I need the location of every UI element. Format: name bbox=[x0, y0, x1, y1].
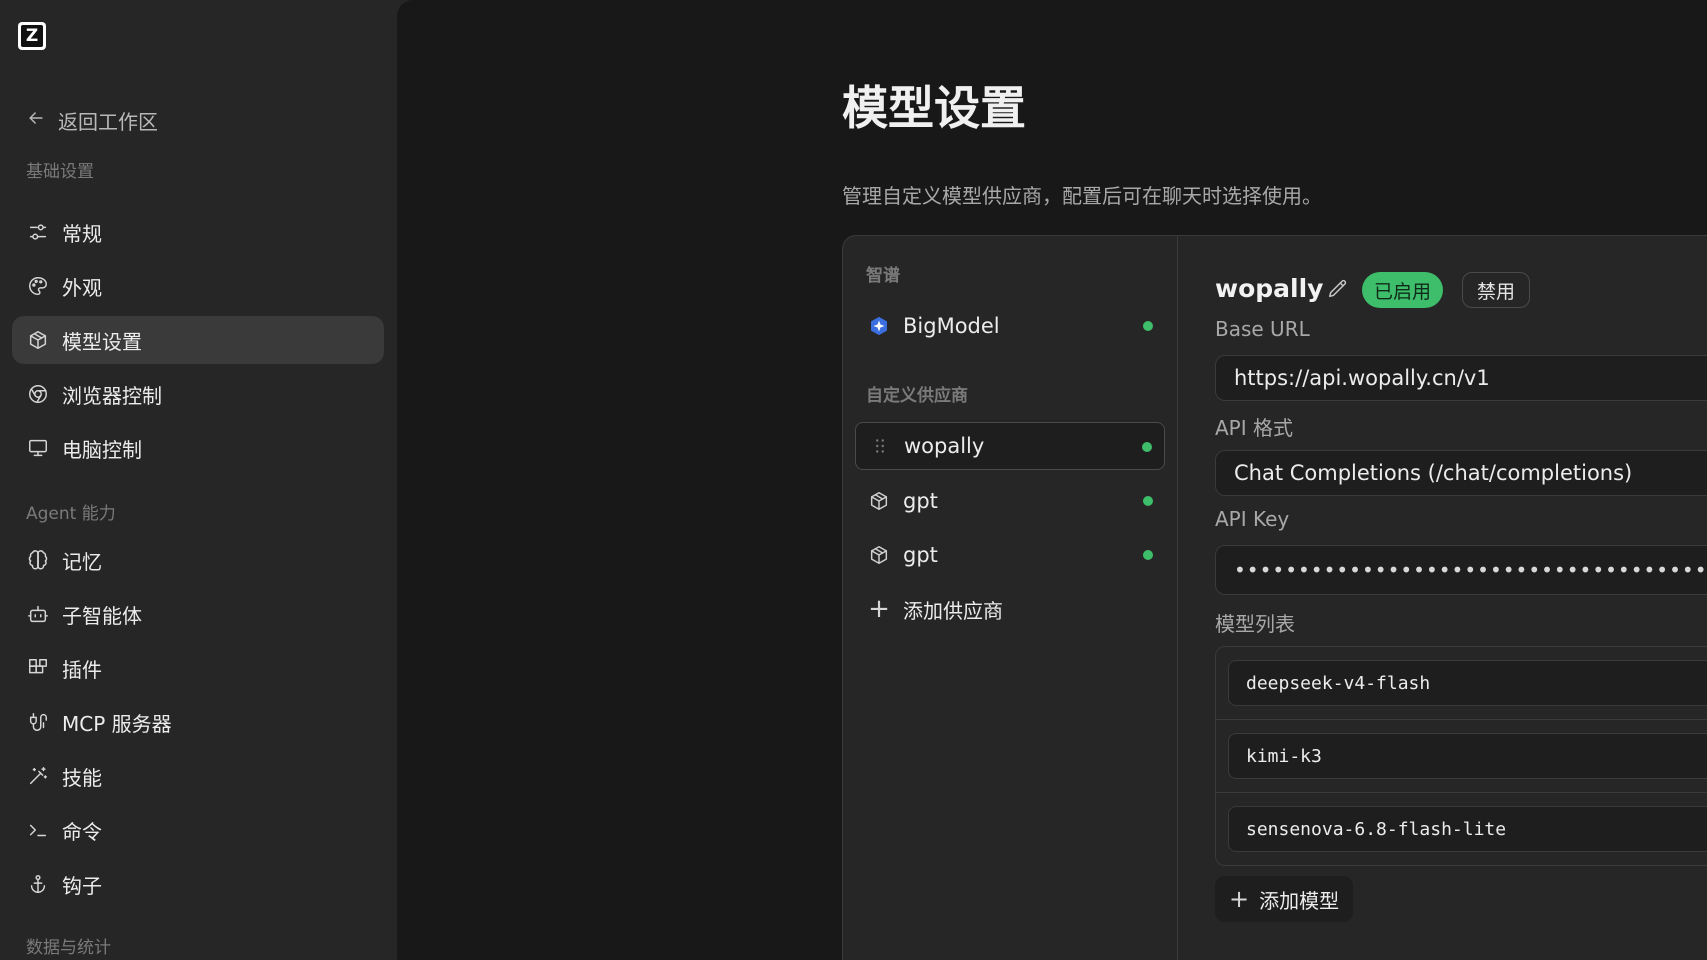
provider-settings-card: 智谱 BigModel 自定义供应商 wopally gpt gpt + 添加供… bbox=[842, 235, 1707, 960]
api-key-input[interactable]: ••••••••••••••••••••••••••••••••••••••••… bbox=[1215, 545, 1707, 595]
sidebar-item-commands[interactable]: 命令 bbox=[12, 806, 384, 854]
provider-name: wopally bbox=[1215, 274, 1324, 303]
sidebar-item-label: 模型设置 bbox=[62, 329, 142, 354]
sidebar-item-browser-control[interactable]: 浏览器控制 bbox=[12, 370, 384, 418]
sidebar-item-label: 钩子 bbox=[62, 873, 102, 898]
add-provider-button[interactable]: + 添加供应商 bbox=[855, 585, 1003, 633]
palette-icon bbox=[26, 274, 50, 298]
provider-list: 智谱 BigModel 自定义供应商 wopally gpt gpt + 添加供… bbox=[843, 236, 1178, 960]
status-dot bbox=[1143, 550, 1153, 560]
model-row: deepseek-v4-flash bbox=[1216, 647, 1707, 720]
provider-section-custom: 自定义供应商 bbox=[866, 386, 968, 406]
sidebar-item-label: 外观 bbox=[62, 275, 102, 300]
brain-icon bbox=[26, 548, 50, 572]
provider-label: gpt bbox=[903, 543, 938, 567]
logo-letter: Z bbox=[21, 25, 43, 47]
magic-wand-icon bbox=[26, 764, 50, 788]
status-dot bbox=[1142, 442, 1152, 452]
sidebar-item-label: 技能 bbox=[62, 765, 102, 790]
api-format-select[interactable]: Chat Completions (/chat/completions) bbox=[1215, 450, 1707, 496]
sidebar: Z 返回工作区 基础设置 常规 外观 模型设置 浏览器控制 电脑控制 Agent… bbox=[0, 0, 397, 960]
provider-item-gpt[interactable]: gpt bbox=[855, 477, 1165, 525]
base-url-input[interactable]: https://api.wopally.cn/v1 bbox=[1215, 355, 1707, 401]
chrome-icon bbox=[26, 382, 50, 406]
sliders-icon bbox=[26, 220, 50, 244]
sidebar-item-memory[interactable]: 记忆 bbox=[12, 536, 384, 584]
provider-label: gpt bbox=[903, 489, 938, 513]
status-dot bbox=[1143, 321, 1153, 331]
model-list-label: 模型列表 bbox=[1215, 612, 1295, 636]
section-agent-capabilities: Agent 能力 bbox=[26, 504, 116, 524]
sidebar-item-computer-control[interactable]: 电脑控制 bbox=[12, 424, 384, 472]
sidebar-item-label: 命令 bbox=[62, 819, 102, 844]
section-basic-settings: 基础设置 bbox=[26, 162, 94, 182]
page-description: 管理自定义模型供应商，配置后可在聊天时选择使用。 bbox=[842, 184, 1322, 208]
provider-label: BigModel bbox=[903, 314, 1000, 338]
sidebar-item-label: 子智能体 bbox=[62, 603, 142, 628]
api-key-label: API Key bbox=[1215, 507, 1290, 531]
plus-icon: + bbox=[1229, 885, 1250, 913]
cable-icon bbox=[26, 710, 50, 734]
sidebar-item-skills[interactable]: 技能 bbox=[12, 752, 384, 800]
provider-item-gpt-2[interactable]: gpt bbox=[855, 531, 1165, 579]
model-name-input[interactable]: deepseek-v4-flash bbox=[1228, 660, 1707, 706]
add-model-button[interactable]: + 添加模型 bbox=[1215, 876, 1354, 922]
monitor-icon bbox=[26, 436, 50, 460]
arrow-left-icon bbox=[26, 108, 46, 133]
terminal-icon bbox=[26, 818, 50, 842]
anchor-icon bbox=[26, 872, 50, 896]
bot-icon bbox=[26, 602, 50, 626]
sidebar-item-label: 插件 bbox=[62, 657, 102, 682]
sidebar-item-model-settings[interactable]: 模型设置 bbox=[12, 316, 384, 364]
package-icon bbox=[867, 543, 891, 567]
model-row: sensenova-6.8-flash-lite bbox=[1216, 793, 1707, 866]
bigmodel-logo-icon bbox=[867, 314, 891, 338]
pencil-icon[interactable] bbox=[1327, 278, 1349, 300]
sidebar-item-mcp-servers[interactable]: MCP 服务器 bbox=[12, 698, 384, 746]
api-format-label: API 格式 bbox=[1215, 416, 1293, 440]
base-url-label: Base URL bbox=[1215, 317, 1310, 341]
package-icon bbox=[867, 489, 891, 513]
provider-section-zhipu: 智谱 bbox=[866, 266, 900, 286]
sidebar-item-label: 浏览器控制 bbox=[62, 383, 162, 408]
main-panel: 模型设置 管理自定义模型供应商，配置后可在聊天时选择使用。 智谱 BigMode… bbox=[397, 0, 1707, 960]
package-icon bbox=[26, 328, 50, 352]
back-to-workspace-link[interactable]: 返回工作区 bbox=[26, 104, 158, 136]
drag-handle-icon[interactable] bbox=[868, 434, 892, 458]
provider-label: wopally bbox=[904, 434, 985, 458]
provider-item-bigmodel[interactable]: BigModel bbox=[855, 302, 1165, 350]
plus-icon: + bbox=[868, 594, 890, 624]
sidebar-item-general[interactable]: 常规 bbox=[12, 208, 384, 256]
back-link-label: 返回工作区 bbox=[58, 109, 158, 134]
disable-button[interactable]: 禁用 bbox=[1462, 272, 1531, 308]
section-data-statistics: 数据与统计 bbox=[26, 938, 111, 958]
sidebar-item-plugins[interactable]: 插件 bbox=[12, 644, 384, 692]
model-name-input[interactable]: sensenova-6.8-flash-lite bbox=[1228, 806, 1707, 852]
page-title: 模型设置 bbox=[842, 81, 1026, 135]
sidebar-item-hooks[interactable]: 钩子 bbox=[12, 860, 384, 908]
sidebar-item-label: MCP 服务器 bbox=[62, 711, 172, 736]
sidebar-item-appearance[interactable]: 外观 bbox=[12, 262, 384, 310]
status-dot bbox=[1143, 496, 1153, 506]
app-logo: Z bbox=[18, 22, 46, 50]
add-model-label: 添加模型 bbox=[1259, 888, 1340, 913]
model-name-input[interactable]: kimi-k3 bbox=[1228, 733, 1707, 779]
sidebar-item-sub-agents[interactable]: 子智能体 bbox=[12, 590, 384, 638]
provider-detail: wopally 已启用 禁用 Base URL https://api.wopa… bbox=[1178, 236, 1707, 960]
blocks-icon bbox=[26, 656, 50, 680]
sidebar-item-label: 记忆 bbox=[62, 549, 102, 574]
sidebar-item-label: 常规 bbox=[62, 221, 102, 246]
provider-item-wopally[interactable]: wopally bbox=[855, 422, 1165, 470]
model-list: deepseek-v4-flash kimi-k3 sensenova-6.8-… bbox=[1215, 646, 1707, 866]
sidebar-item-label: 电脑控制 bbox=[62, 437, 142, 462]
model-row: kimi-k3 bbox=[1216, 720, 1707, 793]
add-provider-label: 添加供应商 bbox=[903, 598, 1003, 623]
enabled-status-badge: 已启用 bbox=[1362, 272, 1444, 308]
